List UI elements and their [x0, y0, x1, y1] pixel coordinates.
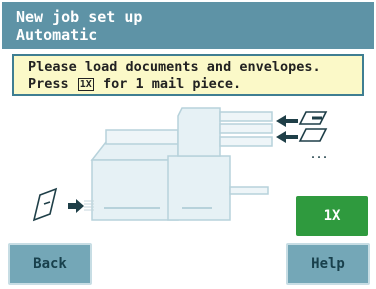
back-button[interactable]: Back	[8, 243, 92, 285]
one-x-button[interactable]: 1X	[296, 196, 368, 236]
instruction-line-1: Please load documents and envelopes.	[28, 59, 321, 75]
more-indicator: ...	[310, 150, 328, 161]
page-title: New job set up	[16, 8, 143, 26]
instruction-text-after: for 1 mail piece.	[94, 76, 242, 92]
screen: New job set up Automatic Please load doc…	[0, 0, 376, 289]
title-bar: New job set up Automatic	[2, 2, 374, 49]
output-arrow-icon	[68, 199, 84, 213]
inserter-machine-icon	[90, 107, 273, 221]
instruction-box: Please load documents and envelopes. Pre…	[12, 54, 364, 96]
instruction-line-2: Press 1X for 1 mail piece.	[28, 76, 241, 92]
envelope-icon	[32, 187, 58, 222]
help-button[interactable]: Help	[286, 243, 370, 285]
feed-arrow-icon	[276, 115, 298, 143]
document-icon	[298, 111, 328, 142]
instruction-text-before: Press	[28, 76, 77, 92]
one-x-key-icon: 1X	[77, 78, 94, 91]
page-subtitle: Automatic	[16, 26, 98, 44]
